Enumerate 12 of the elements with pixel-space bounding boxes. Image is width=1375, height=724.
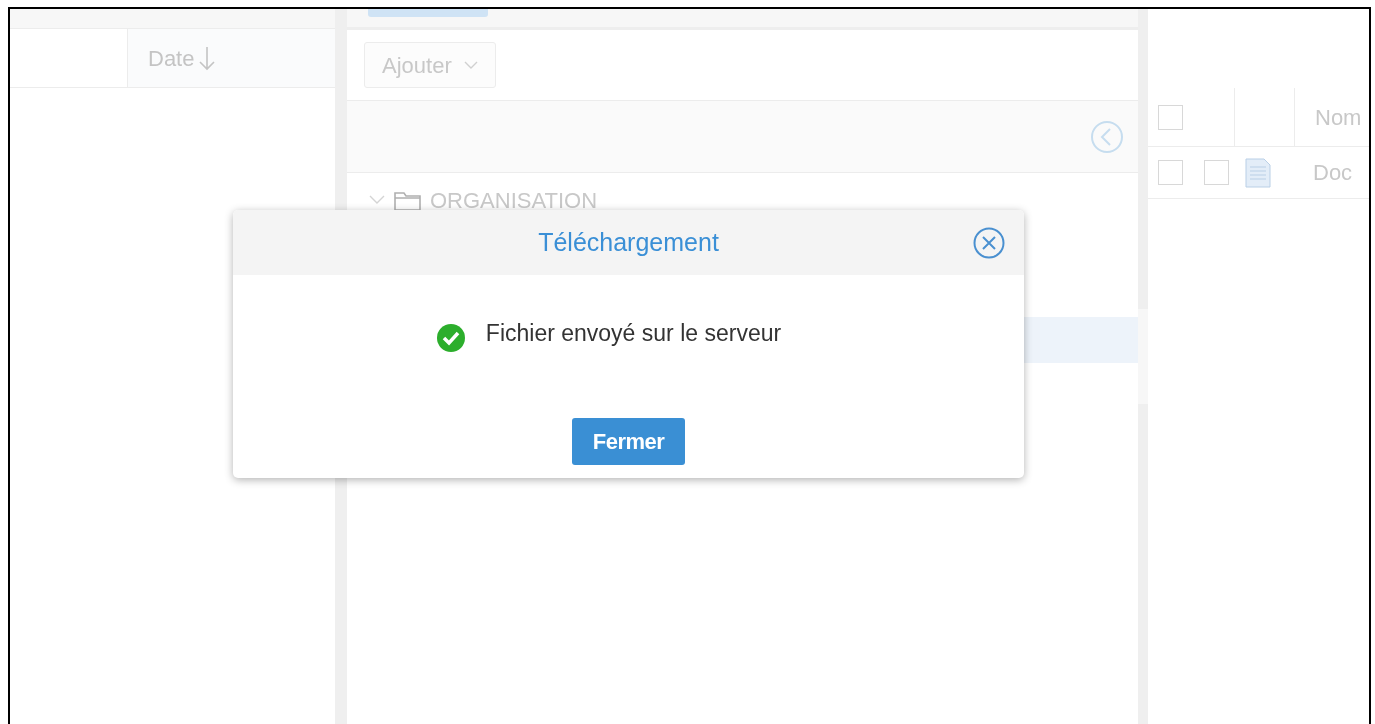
- splitter[interactable]: [1138, 9, 1148, 724]
- collapse-left-icon[interactable]: [1090, 119, 1124, 154]
- column-header[interactable]: Date: [148, 41, 195, 75]
- checkbox[interactable]: [1158, 160, 1183, 185]
- chevron-down-icon: [463, 60, 478, 70]
- document-icon: [1245, 157, 1271, 188]
- close-icon[interactable]: [973, 227, 1005, 259]
- checkbox[interactable]: [1158, 104, 1183, 130]
- dialog-title: Téléchargement: [538, 226, 719, 258]
- dialog-message: Fichier envoyé sur le serveur: [485, 319, 782, 349]
- checkbox[interactable]: [1204, 160, 1229, 185]
- close-button[interactable]: Fermer: [572, 418, 685, 465]
